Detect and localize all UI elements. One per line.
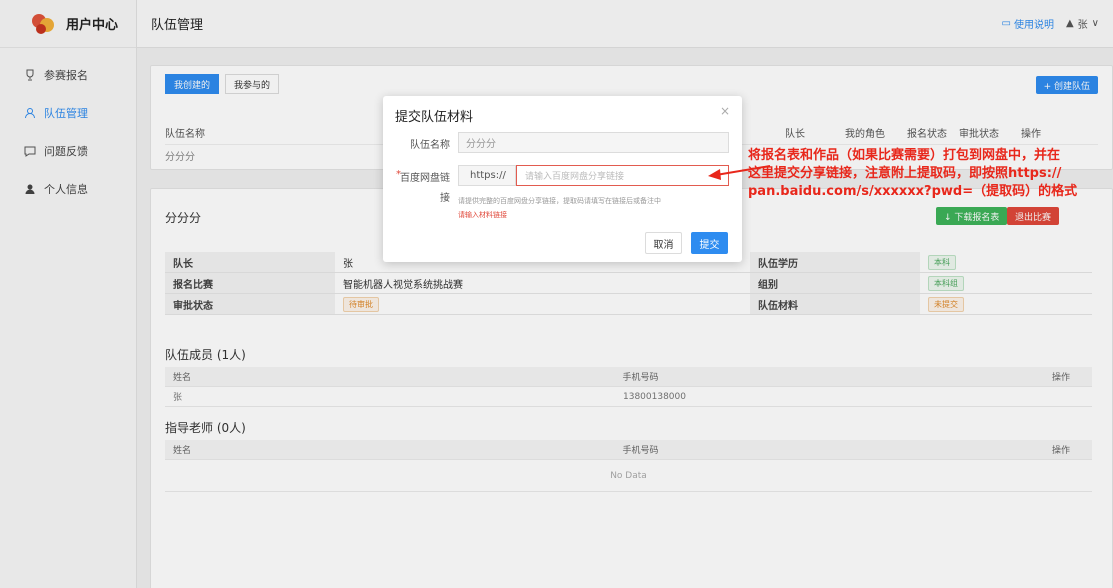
cancel-button[interactable]: 取消 [645, 232, 682, 254]
team-name-label: 队伍名称 [410, 140, 450, 151]
url-prefix: https:// [458, 165, 516, 186]
annotation-line-1: 将报名表和作品（如果比赛需要）打包到网盘中，并在 [748, 148, 1061, 163]
baidu-link-input[interactable]: 请输入百度网盘分享链接 [516, 165, 729, 186]
submit-button[interactable]: 提交 [691, 232, 728, 254]
annotation-text: 将报名表和作品（如果比赛需要）打包到网盘中，并在 这里提交分享链接，注意附上提取… [748, 147, 1110, 201]
modal-backdrop[interactable] [0, 0, 1113, 588]
link-label: 百度网盘链 [400, 173, 450, 184]
link-hint: 请提供完整的百度网盘分享链接，提取码请填写在链接后或备注中 [458, 197, 661, 205]
close-icon[interactable]: × [720, 104, 730, 118]
annotation-line-2: 这里提交分享链接，注意附上提取码，即按照https:// [748, 166, 1062, 181]
annotation-line-3: pan.baidu.com/s/xxxxxx?pwd=（提取码）的格式 [748, 184, 1078, 199]
link-error: 请输入材料链接 [458, 211, 507, 219]
team-name-field[interactable]: 分分分 [458, 132, 729, 153]
dialog-title: 提交队伍材料 [395, 110, 474, 125]
submit-material-dialog: 提交队伍材料 × 队伍名称 分分分 * 百度网盘链 接 https:// 请输入… [383, 96, 742, 262]
link-label-wrap: 接 [440, 193, 450, 204]
